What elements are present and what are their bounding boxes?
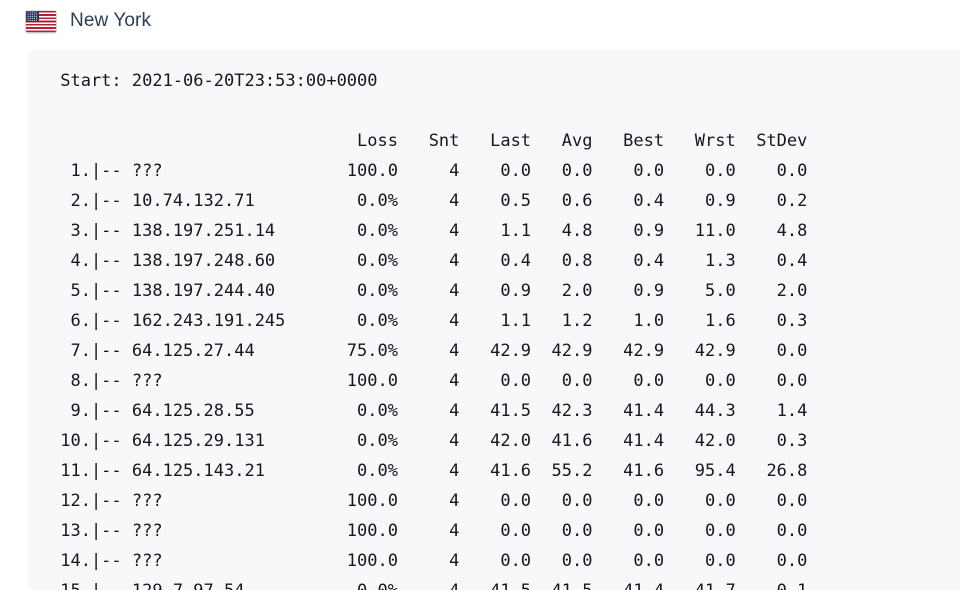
flag-stars [26, 11, 38, 22]
page-title: New York [70, 10, 152, 31]
us-flag-icon [26, 10, 56, 32]
mtr-output-panel: Start: 2021-06-20T23:53:00+0000 Loss Snt… [28, 50, 960, 590]
app-header: New York [0, 0, 960, 42]
mtr-output-text: Start: 2021-06-20T23:53:00+0000 Loss Snt… [60, 71, 808, 590]
flag-canton [26, 10, 39, 22]
